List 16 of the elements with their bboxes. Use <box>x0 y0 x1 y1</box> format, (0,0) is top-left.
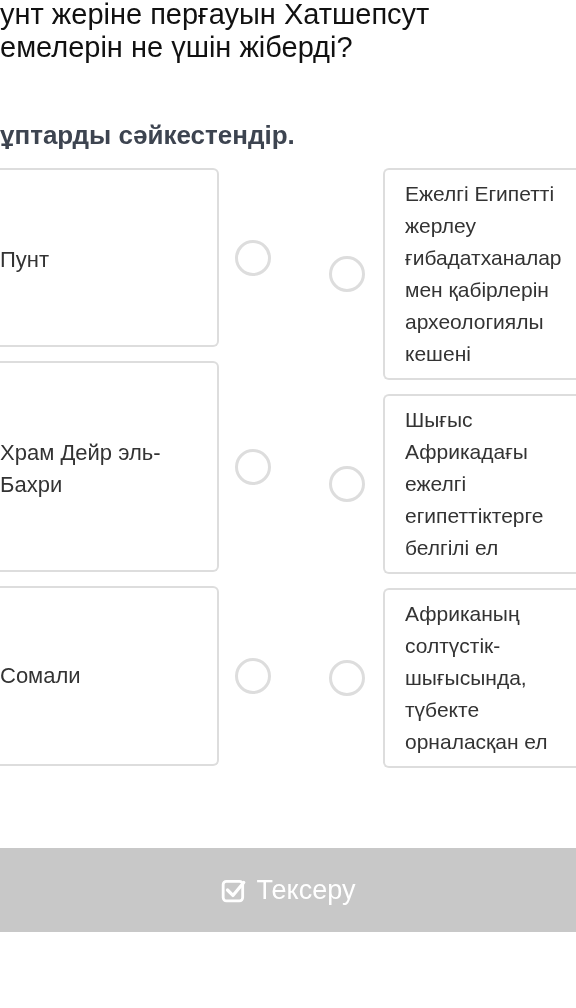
connector-circle[interactable] <box>234 448 271 485</box>
match-card[interactable]: Ежелгі Египетті жерлеу ғибадатханалар мен қабірлерін археологиялы кешені <box>383 168 576 380</box>
match-card[interactable]: Сомали <box>0 586 219 766</box>
question-text: унт жеріне перғауын Хатшепсут <box>0 0 431 31</box>
match-card[interactable]: Храм Дейр эль-Бахри <box>0 361 219 572</box>
connector-circle[interactable] <box>234 239 271 276</box>
connector-circle[interactable] <box>328 466 365 502</box>
connector-circle[interactable] <box>328 660 365 696</box>
connector-circle[interactable] <box>328 256 365 292</box>
match-card[interactable]: Пунт <box>0 168 219 347</box>
instruction-text: ұптарды сәйкестендір. <box>0 120 296 150</box>
connector-circle[interactable] <box>234 658 271 694</box>
match-card[interactable]: Африканың солтүстік- шығысында, түбекте орналасқан ел <box>383 588 576 768</box>
checkbox-icon <box>220 877 247 903</box>
match-card[interactable]: Шығыс Африкадағы ежелгі египеттіктерге белгілі ел <box>383 394 576 574</box>
question-text: емелерін не үшін жіберді? <box>0 31 354 64</box>
